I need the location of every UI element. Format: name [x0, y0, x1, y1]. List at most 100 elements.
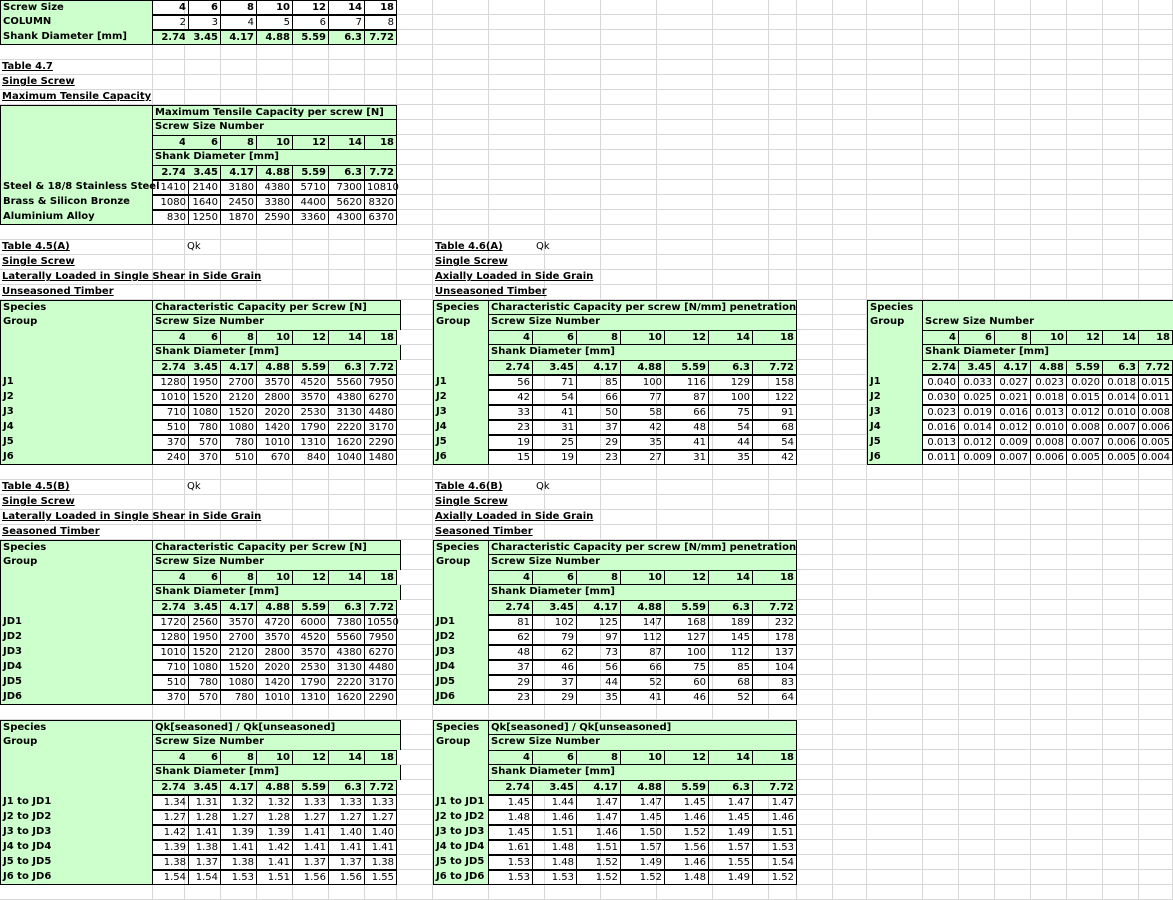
value-cell[interactable]: 0.012	[1067, 405, 1103, 420]
grid-cell[interactable]	[1139, 780, 1173, 795]
table-title[interactable]: Unseasoned Timber	[0, 285, 280, 300]
grid-cell[interactable]	[995, 30, 1031, 45]
grid-cell[interactable]	[797, 840, 833, 855]
value-cell[interactable]: 0.010	[1103, 405, 1139, 420]
screw-size-cell[interactable]: 14	[709, 750, 753, 765]
diameter-cell[interactable]: 3.45	[185, 780, 221, 795]
grid-cell[interactable]	[433, 210, 489, 225]
row-label[interactable]: Steel & 18/8 Stainless Steel	[0, 180, 160, 195]
value-cell[interactable]: 5710	[293, 180, 329, 195]
grid-cell[interactable]	[365, 255, 397, 270]
grid-cell[interactable]	[1031, 105, 1067, 120]
grid-cell[interactable]	[185, 705, 221, 720]
grid-cell[interactable]	[1031, 120, 1067, 135]
grid-cell[interactable]	[1139, 540, 1173, 555]
value-cell[interactable]: 91	[753, 405, 797, 420]
grid-cell[interactable]	[995, 885, 1031, 900]
grid-cell[interactable]	[1031, 465, 1067, 480]
value-cell[interactable]: 0.012	[995, 420, 1031, 435]
row-label[interactable]: J1 to JD1	[433, 795, 489, 810]
grid-cell[interactable]	[433, 45, 489, 60]
blank-cell[interactable]	[433, 765, 489, 780]
value-cell[interactable]: 0.008	[1139, 405, 1173, 420]
grid-cell[interactable]	[1067, 105, 1103, 120]
value-cell[interactable]: 42	[621, 420, 665, 435]
screw-size-cell[interactable]: 6	[185, 330, 221, 345]
group-header[interactable]: Group	[0, 555, 153, 570]
grid-cell[interactable]	[923, 840, 959, 855]
grid-cell[interactable]	[1031, 255, 1067, 270]
value-cell[interactable]: 158	[753, 375, 797, 390]
grid-cell[interactable]	[1103, 495, 1139, 510]
value-cell[interactable]: 710	[153, 660, 189, 675]
grid-cell[interactable]	[867, 210, 923, 225]
grid-cell[interactable]	[797, 60, 833, 75]
value-cell[interactable]: 1.37	[185, 855, 221, 870]
grid-cell[interactable]	[1139, 165, 1173, 180]
grid-cell[interactable]	[1031, 195, 1067, 210]
grid-cell[interactable]	[923, 810, 959, 825]
screw-size-cell[interactable]: 18	[1139, 330, 1173, 345]
grid-cell[interactable]	[769, 0, 797, 15]
grid-cell[interactable]	[601, 165, 657, 180]
grid-cell[interactable]	[221, 45, 257, 60]
grid-cell[interactable]	[1103, 615, 1139, 630]
value-cell[interactable]: 0.011	[1139, 390, 1173, 405]
grid-cell[interactable]	[923, 675, 959, 690]
value-cell[interactable]: 2220	[329, 420, 365, 435]
grid-cell[interactable]	[833, 405, 867, 420]
value-cell[interactable]: 41	[665, 435, 709, 450]
row-label[interactable]: Aluminium Alloy	[0, 210, 153, 225]
value-cell[interactable]: 1950	[185, 375, 221, 390]
table-title[interactable]: Seasoned Timber	[433, 525, 713, 540]
diameter-cell[interactable]: 6.3	[709, 780, 753, 795]
grid-cell[interactable]	[797, 600, 833, 615]
grid-cell[interactable]	[995, 285, 1031, 300]
grid-cell[interactable]	[713, 15, 769, 30]
grid-cell[interactable]	[397, 165, 433, 180]
row-label[interactable]: J5 to JD5	[433, 855, 489, 870]
grid-cell[interactable]	[1139, 735, 1173, 750]
grid-cell[interactable]	[365, 525, 397, 540]
grid-cell[interactable]	[257, 60, 293, 75]
grid-cell[interactable]	[1067, 180, 1103, 195]
grid-cell[interactable]	[1139, 825, 1173, 840]
grid-cell[interactable]	[489, 135, 545, 150]
value-cell[interactable]: 104	[753, 660, 797, 675]
screw-size-number-header[interactable]: Screw Size Number	[153, 735, 401, 750]
row-label[interactable]: J3	[0, 405, 153, 420]
value-cell[interactable]: 0.006	[1031, 450, 1067, 465]
grid-cell[interactable]	[867, 510, 923, 525]
grid-cell[interactable]	[959, 285, 995, 300]
value-cell[interactable]: 85	[577, 375, 621, 390]
grid-cell[interactable]	[713, 525, 769, 540]
grid-cell[interactable]	[1139, 810, 1173, 825]
value-cell[interactable]: 1.54	[185, 870, 221, 885]
grid-cell[interactable]	[1139, 285, 1173, 300]
screw-size-cell[interactable]: 12	[665, 750, 709, 765]
grid-cell[interactable]	[959, 660, 995, 675]
grid-cell[interactable]	[365, 480, 397, 495]
grid-cell[interactable]	[1139, 495, 1173, 510]
grid-cell[interactable]	[769, 885, 797, 900]
grid-cell[interactable]	[959, 510, 995, 525]
grid-cell[interactable]	[867, 780, 923, 795]
grid-cell[interactable]	[959, 750, 995, 765]
grid-cell[interactable]	[713, 285, 769, 300]
grid-cell[interactable]	[833, 660, 867, 675]
value-cell[interactable]: 0.007	[1103, 420, 1139, 435]
grid-cell[interactable]	[959, 480, 995, 495]
grid-cell[interactable]	[1067, 285, 1103, 300]
grid-cell[interactable]	[1139, 555, 1173, 570]
grid-cell[interactable]	[797, 210, 833, 225]
blank-cell[interactable]	[0, 600, 153, 615]
grid-cell[interactable]	[1031, 705, 1067, 720]
grid-cell[interactable]	[601, 120, 657, 135]
grid-cell[interactable]	[713, 225, 769, 240]
grid-cell[interactable]	[489, 120, 545, 135]
grid-cell[interactable]	[769, 510, 797, 525]
top-value-cell[interactable]: 6	[293, 15, 329, 30]
grid-cell[interactable]	[995, 630, 1031, 645]
grid-cell[interactable]	[797, 660, 833, 675]
grid-cell[interactable]	[397, 330, 433, 345]
